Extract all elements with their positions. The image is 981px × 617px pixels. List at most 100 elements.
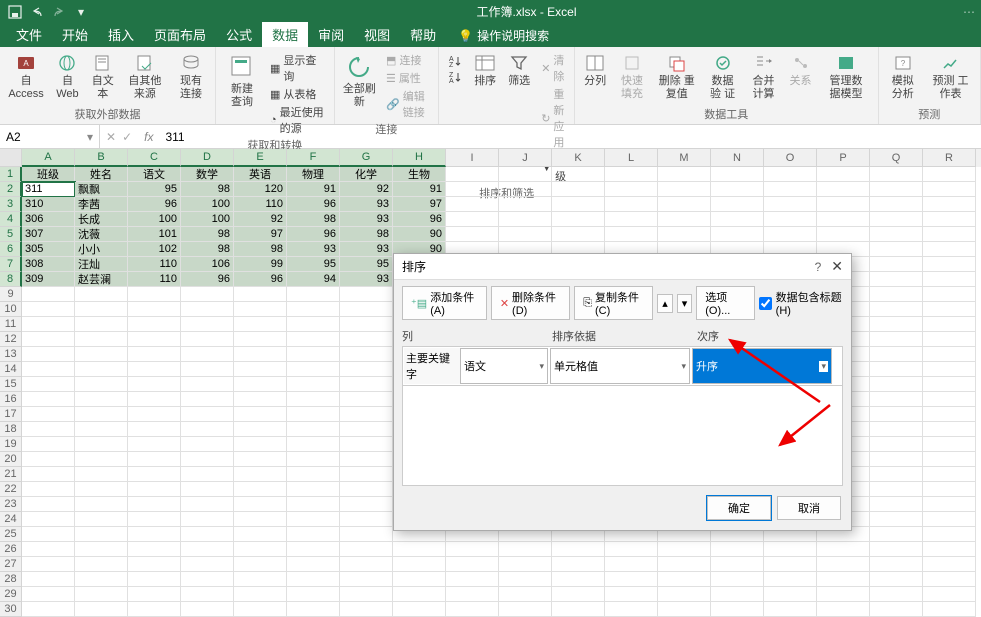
cell[interactable]: [923, 287, 976, 302]
cell[interactable]: [764, 197, 817, 212]
forecast-sheet-button[interactable]: 预测 工作表: [925, 51, 976, 103]
cell[interactable]: [75, 572, 128, 587]
cell[interactable]: [287, 482, 340, 497]
cell[interactable]: [499, 587, 552, 602]
cell[interactable]: 化学: [340, 167, 393, 182]
whatif-button[interactable]: ?模拟分析: [883, 51, 924, 103]
cell[interactable]: [287, 437, 340, 452]
cell[interactable]: [340, 497, 393, 512]
cell[interactable]: 96: [287, 227, 340, 242]
cell[interactable]: [22, 317, 75, 332]
fx-icon[interactable]: fx: [138, 130, 159, 144]
cell[interactable]: [181, 317, 234, 332]
cell[interactable]: [764, 182, 817, 197]
remove-duplicates-button[interactable]: 删除 重复值: [653, 51, 701, 103]
cell[interactable]: [287, 452, 340, 467]
cell[interactable]: [340, 317, 393, 332]
cell[interactable]: [234, 437, 287, 452]
cell[interactable]: [128, 467, 181, 482]
cell[interactable]: [340, 572, 393, 587]
cell[interactable]: [711, 182, 764, 197]
cell[interactable]: [234, 452, 287, 467]
cell[interactable]: [446, 557, 499, 572]
sort-desc-button[interactable]: ZA: [443, 69, 467, 85]
row-header[interactable]: 5: [0, 227, 22, 242]
cell[interactable]: [870, 362, 923, 377]
cell[interactable]: [22, 302, 75, 317]
cell[interactable]: [658, 167, 711, 182]
cell[interactable]: [552, 167, 605, 182]
enter-icon[interactable]: ✓: [122, 130, 132, 144]
cell[interactable]: [287, 572, 340, 587]
row-header[interactable]: 29: [0, 587, 22, 602]
row-header[interactable]: 24: [0, 512, 22, 527]
cell[interactable]: [923, 197, 976, 212]
cell[interactable]: [181, 572, 234, 587]
cell[interactable]: 小小: [75, 242, 128, 257]
cell[interactable]: [923, 167, 976, 182]
cell[interactable]: [75, 347, 128, 362]
cell[interactable]: [181, 377, 234, 392]
cell[interactable]: [870, 437, 923, 452]
sort-asc-button[interactable]: AZ: [443, 53, 467, 69]
cell[interactable]: [234, 392, 287, 407]
column-header[interactable]: G: [340, 149, 393, 167]
ribbon-options-icon[interactable]: ⋯: [963, 5, 975, 19]
cell[interactable]: [870, 377, 923, 392]
select-all-corner[interactable]: [0, 149, 22, 167]
cell[interactable]: [128, 377, 181, 392]
save-icon[interactable]: [6, 3, 24, 21]
cell[interactable]: [340, 347, 393, 362]
sort-on-combo[interactable]: 单元格值▾: [550, 348, 690, 384]
cell[interactable]: [22, 557, 75, 572]
cell[interactable]: [287, 557, 340, 572]
close-icon[interactable]: ✕: [831, 258, 843, 275]
tab-help[interactable]: 帮助: [400, 22, 446, 47]
sort-order-combo[interactable]: 升序▾: [692, 348, 832, 384]
cell[interactable]: [234, 557, 287, 572]
cell[interactable]: [287, 317, 340, 332]
tell-me-search[interactable]: 💡 操作说明搜索: [452, 24, 555, 47]
text-to-columns-button[interactable]: 分列: [579, 51, 611, 90]
cell[interactable]: [923, 497, 976, 512]
cell[interactable]: [75, 392, 128, 407]
redo-icon[interactable]: [50, 3, 68, 21]
cell[interactable]: [817, 602, 870, 617]
cell[interactable]: [711, 602, 764, 617]
cell[interactable]: 飘飘: [75, 182, 128, 197]
cell[interactable]: [923, 362, 976, 377]
column-header[interactable]: M: [658, 149, 711, 167]
cell[interactable]: [870, 332, 923, 347]
cell[interactable]: [764, 212, 817, 227]
cell[interactable]: [446, 572, 499, 587]
cell[interactable]: [287, 422, 340, 437]
filter-button[interactable]: 筛选: [503, 51, 535, 90]
column-header[interactable]: L: [605, 149, 658, 167]
tab-insert[interactable]: 插入: [98, 22, 144, 47]
cell[interactable]: [393, 557, 446, 572]
cell[interactable]: [446, 542, 499, 557]
cell[interactable]: [923, 572, 976, 587]
cell[interactable]: [234, 602, 287, 617]
cell[interactable]: [923, 392, 976, 407]
cell[interactable]: [658, 227, 711, 242]
column-header[interactable]: H: [393, 149, 446, 167]
cell[interactable]: [75, 407, 128, 422]
cell[interactable]: [181, 482, 234, 497]
cell[interactable]: [499, 227, 552, 242]
cell[interactable]: [181, 302, 234, 317]
cell[interactable]: 98: [287, 212, 340, 227]
cell[interactable]: 98: [340, 227, 393, 242]
checkbox-input[interactable]: [759, 297, 772, 310]
cell[interactable]: [764, 572, 817, 587]
cell[interactable]: [181, 542, 234, 557]
from-table-button[interactable]: ▦从表格: [266, 85, 330, 103]
cell[interactable]: [128, 572, 181, 587]
cell[interactable]: [340, 482, 393, 497]
row-header[interactable]: 16: [0, 392, 22, 407]
cell[interactable]: [870, 572, 923, 587]
cell[interactable]: [711, 212, 764, 227]
cell[interactable]: [870, 407, 923, 422]
cell[interactable]: 309: [22, 272, 75, 287]
cell[interactable]: [923, 512, 976, 527]
